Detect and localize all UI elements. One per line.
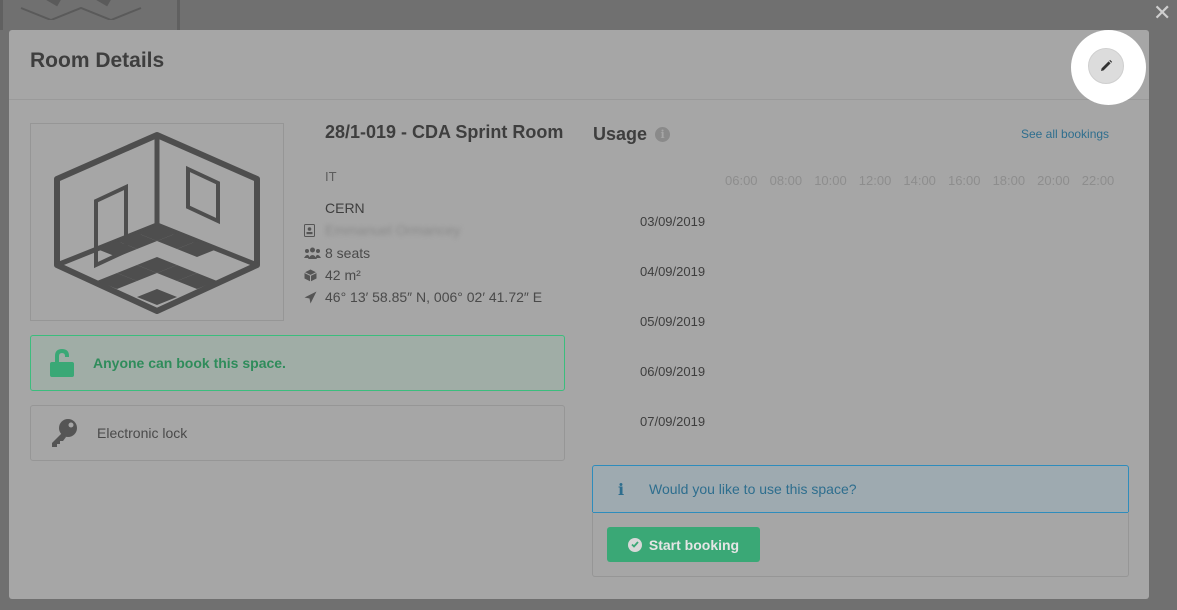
edit-room-button[interactable] <box>1088 48 1124 84</box>
room-feature: Electronic lock <box>30 405 565 461</box>
hour-label: 18:00 <box>992 173 1026 188</box>
room-owner-row: Emmanuel Ormancey <box>304 221 460 239</box>
date-row: 06/09/2019 <box>640 364 706 379</box>
hour-label: 06:00 <box>725 173 758 188</box>
room-owner: Emmanuel Ormancey <box>325 222 461 238</box>
room-location-row: 46° 13′ 58.85″ N, 006° 02′ 41.72″ E <box>304 288 542 306</box>
room-seats: 8 seats <box>325 245 371 261</box>
hour-label: 14:00 <box>903 173 936 188</box>
room-division: IT <box>325 169 337 184</box>
hour-label: 20:00 <box>1037 173 1070 188</box>
close-icon[interactable]: ✕ <box>1153 2 1171 24</box>
background-room-thumbnail <box>0 0 180 30</box>
public-room-notice: Anyone can book this space. <box>30 335 565 391</box>
date-row: 05/09/2019 <box>640 314 706 329</box>
hour-label: 08:00 <box>769 173 803 188</box>
usage-title: Usage <box>593 124 648 144</box>
room-seats-row: 8 seats <box>304 244 370 262</box>
contact-card-icon <box>304 223 325 237</box>
room-coordinates: 46° 13′ 58.85″ N, 006° 02′ 41.72″ E <box>325 289 543 305</box>
date-row: 04/09/2019 <box>640 264 706 279</box>
room-icon <box>54 132 260 314</box>
see-all-bookings-link[interactable]: See all bookings <box>1021 127 1109 141</box>
booking-panel: Start booking <box>592 512 1129 577</box>
feature-label: Electronic lock <box>97 425 188 441</box>
usage-heading: Usage i <box>593 124 671 145</box>
location-arrow-icon <box>304 291 325 304</box>
hour-label: 12:00 <box>858 173 892 188</box>
hour-label: 16:00 <box>947 173 981 188</box>
hour-label: 22:00 <box>1081 173 1115 188</box>
check-circle-icon <box>627 537 642 552</box>
pencil-icon <box>1101 59 1113 71</box>
modal-header: Room Details <box>9 30 1149 100</box>
users-icon <box>304 247 325 259</box>
booking-prompt: i Would you like to use this space? <box>592 465 1129 513</box>
room-icon <box>20 0 142 20</box>
room-image <box>30 123 284 321</box>
room-surface: 42 m² <box>325 267 361 283</box>
room-site: CERN <box>325 200 365 216</box>
start-booking-button[interactable]: Start booking <box>607 527 760 562</box>
unlock-icon <box>31 348 93 378</box>
info-icon: i <box>617 479 625 499</box>
info-icon[interactable]: i <box>655 127 671 142</box>
room-surface-row: 42 m² <box>304 266 361 284</box>
date-row: 03/09/2019 <box>640 214 706 229</box>
hour-label: 10:00 <box>814 173 847 188</box>
public-room-text: Anyone can book this space. <box>93 355 286 371</box>
booking-question: Would you like to use this space? <box>649 481 857 497</box>
room-details-modal: Room Details 28/1-019 - CDA Sprint Room … <box>9 30 1149 599</box>
key-icon <box>31 418 97 448</box>
timeline-hours: 06:00 08:00 10:00 12:00 14:00 16:00 18:0… <box>725 173 1126 188</box>
cube-icon <box>304 269 325 282</box>
modal-title: Room Details <box>30 49 165 72</box>
timeline-dates: 03/09/2019 04/09/2019 05/09/2019 06/09/2… <box>640 214 705 464</box>
date-row: 07/09/2019 <box>640 414 706 429</box>
start-booking-label: Start booking <box>648 536 740 553</box>
room-title: 28/1-019 - CDA Sprint Room <box>325 122 564 142</box>
